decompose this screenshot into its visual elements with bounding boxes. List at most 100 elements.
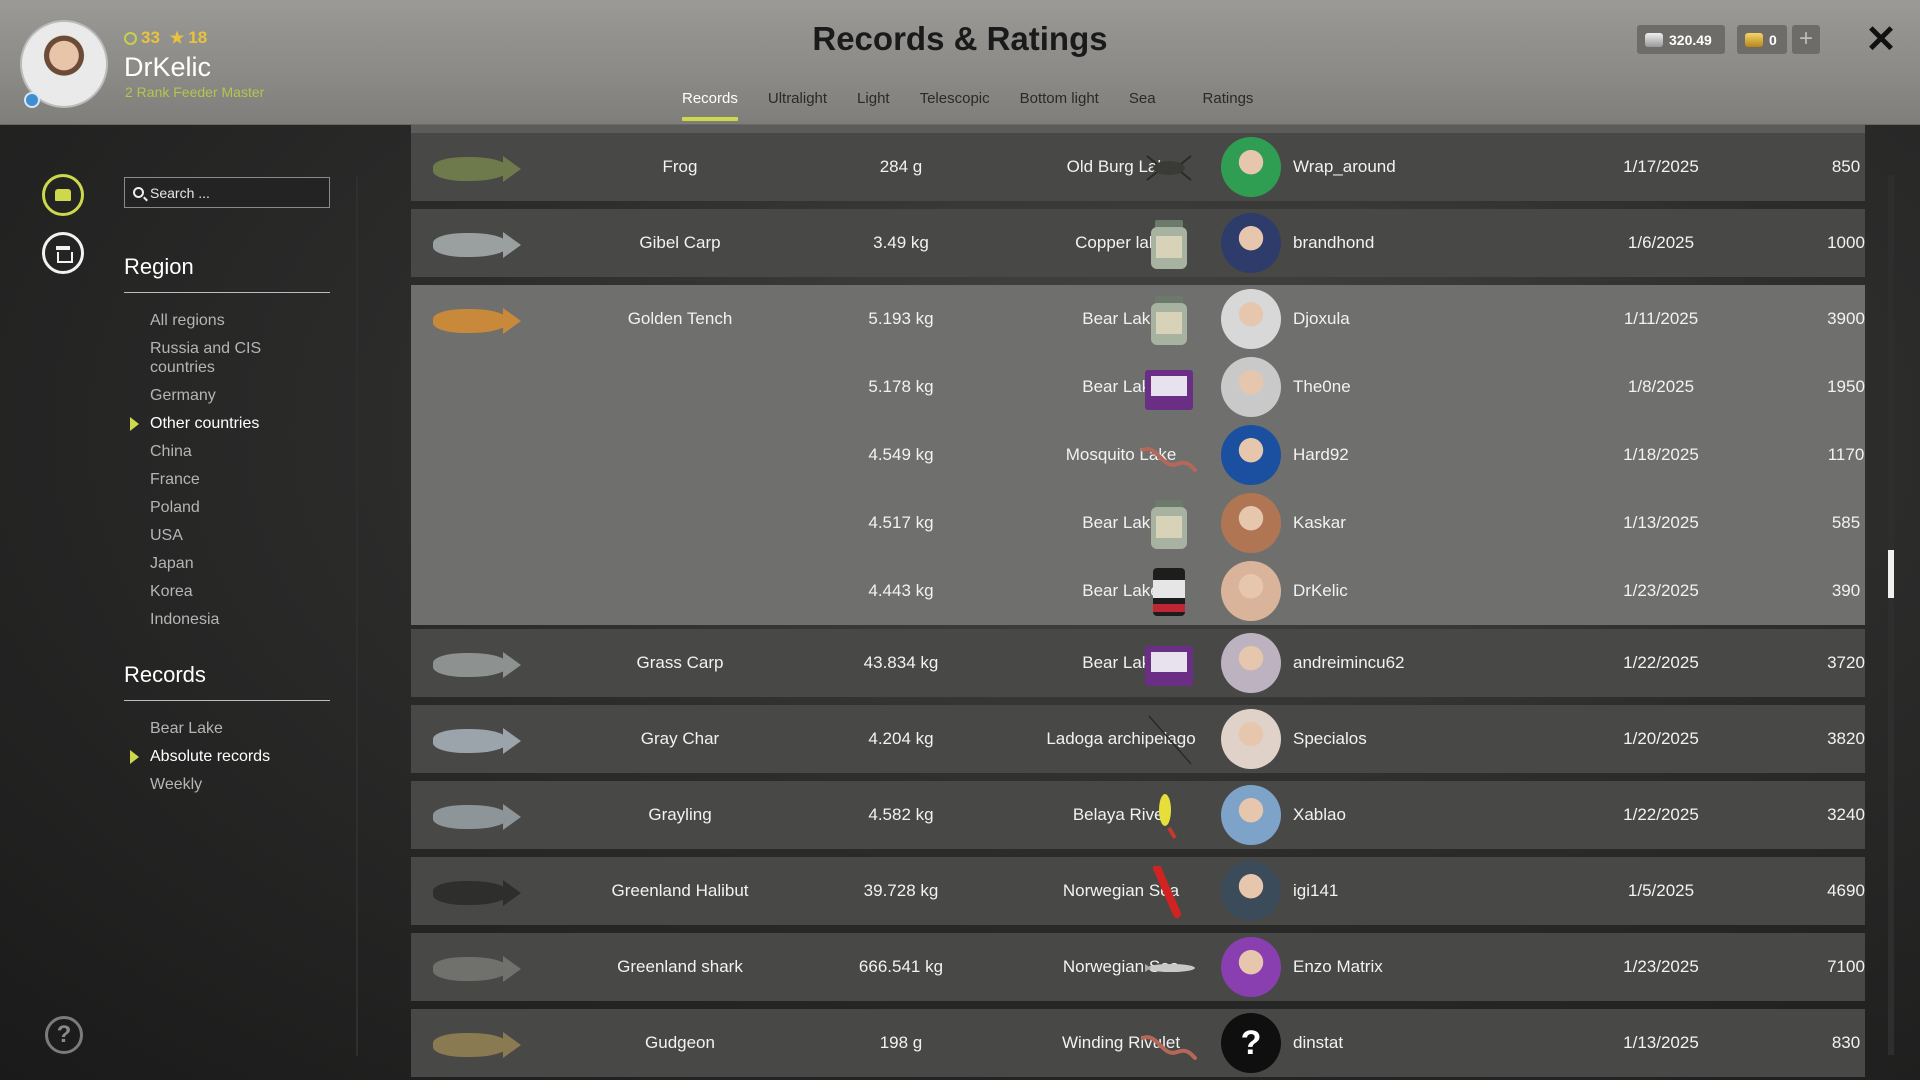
angler-name[interactable]: Hard92 — [1293, 421, 1533, 489]
angler-avatar[interactable] — [1221, 493, 1281, 553]
region-item-japan[interactable]: Japan — [124, 554, 330, 573]
region-item-all-regions[interactable]: All regions — [124, 311, 330, 330]
record-entry: 4.517 kg Bear Lake Kaskar 1/13/2025 585 — [411, 489, 1865, 557]
gold-coin-icon — [1745, 32, 1763, 47]
angler-name[interactable]: dinstat — [1293, 1009, 1533, 1077]
search-input[interactable] — [150, 184, 320, 201]
tab-light[interactable]: Light — [842, 90, 905, 122]
record-row-gibel-carp[interactable]: Gibel Carp 3.49 kg Copper lake brandhond 1/6… — [411, 209, 1865, 277]
region-item-poland[interactable]: Poland — [124, 498, 330, 517]
angler-name[interactable]: Enzo Matrix — [1293, 933, 1533, 1001]
record-entry: 4.204 kg Ladoga archipelago Specialos 1/20/… — [411, 705, 1865, 773]
angler-avatar[interactable] — [1221, 937, 1281, 997]
record-row-frog[interactable]: Frog 284 g Old Burg Lake Wrap_around 1/17/20… — [411, 133, 1865, 201]
angler-name[interactable]: brandhond — [1293, 209, 1533, 277]
record-entry: 284 g Old Burg Lake Wrap_around 1/17/2025 85… — [411, 133, 1865, 201]
angler-name[interactable]: Wrap_around — [1293, 133, 1533, 201]
angler-name[interactable]: Kaskar — [1293, 489, 1533, 557]
header-bar: 33 ★ 18 DrKelic 2 Rank Feeder Master Rec… — [0, 0, 1920, 125]
record-row-gray-char[interactable]: Gray Char 4.204 kg Ladoga archipelago Speci… — [411, 705, 1865, 773]
bait-icon — [1141, 1018, 1197, 1070]
scrollbar-thumb[interactable] — [1888, 550, 1894, 598]
record-points: 3900 — [1827, 309, 1865, 328]
search-icon — [133, 187, 144, 198]
archive-icon[interactable] — [42, 232, 84, 274]
record-entry: 666.541 kg Norwegian Sea Enzo Matrix 1/23/2… — [411, 933, 1865, 1001]
tab-sea[interactable]: Sea — [1114, 90, 1188, 122]
angler-avatar[interactable] — [1221, 709, 1281, 769]
angler-avatar[interactable] — [1221, 137, 1281, 197]
angler-avatar[interactable] — [1221, 561, 1281, 621]
tab-telescopic[interactable]: Telescopic — [905, 90, 1005, 122]
gold-amount: 0 — [1769, 31, 1777, 48]
angler-avatar[interactable] — [1221, 785, 1281, 845]
record-entry: 39.728 kg Norwegian Sea igi141 1/5/2025 4690 — [411, 857, 1865, 925]
record-entry: 43.834 kg Bear Lake andreimincu62 1/22/2025… — [411, 629, 1865, 697]
region-item-korea[interactable]: Korea — [124, 582, 330, 601]
community-icon[interactable] — [42, 174, 84, 216]
bait-icon — [1141, 790, 1197, 842]
region-item-russia-and-cis-countries[interactable]: Russia and CIS countries — [124, 339, 330, 377]
region-item-germany[interactable]: Germany — [124, 386, 330, 405]
records-item-weekly[interactable]: Weekly — [124, 775, 330, 794]
tab-ultralight[interactable]: Ultralight — [753, 90, 842, 122]
angler-name[interactable]: DrKelic — [1293, 557, 1533, 625]
tab-ratings[interactable]: Ratings — [1188, 90, 1269, 122]
angler-avatar[interactable]: ? — [1221, 1013, 1281, 1073]
region-item-usa[interactable]: USA — [124, 526, 330, 545]
record-entry: 4.582 kg Belaya River Xablao 1/22/2025 3240 — [411, 781, 1865, 849]
region-heading: Region — [124, 254, 330, 293]
record-row-greenland-halibut[interactable]: Greenland Halibut 39.728 kg Norwegian Sea i… — [411, 857, 1865, 925]
record-points: 830 — [1831, 1033, 1861, 1052]
scrollbar-track[interactable] — [1888, 175, 1894, 1055]
region-item-other-countries[interactable]: Other countries — [124, 414, 330, 433]
record-points: 390 — [1831, 581, 1861, 600]
records-filter-list: Bear Lake Absolute records Weekly — [124, 719, 330, 803]
record-row-grass-carp[interactable]: Grass Carp 43.834 kg Bear Lake andreimincu6… — [411, 629, 1865, 697]
record-points: 1950 — [1827, 377, 1865, 396]
angler-avatar[interactable] — [1221, 357, 1281, 417]
silver-coin-icon — [1645, 32, 1663, 47]
silver-amount: 320.49 — [1669, 31, 1712, 48]
record-row-gudgeon[interactable]: Gudgeon 198 g Winding Rivulet? dinstat 1/13/… — [411, 1009, 1865, 1077]
angler-avatar[interactable] — [1221, 213, 1281, 273]
online-status-icon — [24, 92, 40, 108]
region-item-china[interactable]: China — [124, 442, 330, 461]
search-field[interactable] — [124, 177, 330, 208]
record-row-grayling[interactable]: Grayling 4.582 kg Belaya River Xablao 1/22/2… — [411, 781, 1865, 849]
region-item-france[interactable]: France — [124, 470, 330, 489]
help-icon[interactable]: ? — [45, 1016, 83, 1054]
angler-avatar[interactable] — [1221, 425, 1281, 485]
record-row-golden-tench[interactable]: Golden Tench 5.193 kg Bear Lake Djoxula 1/11… — [411, 285, 1865, 625]
tab-bottom-light[interactable]: Bottom light — [1005, 90, 1114, 122]
player-rank: 2 Rank Feeder Master — [125, 84, 265, 100]
angler-avatar[interactable] — [1221, 633, 1281, 693]
record-entry: 5.193 kg Bear Lake Djoxula 1/11/2025 3900 — [411, 285, 1865, 353]
record-points: 4690 — [1827, 881, 1865, 900]
records-item-absolute-records[interactable]: Absolute records — [124, 747, 330, 766]
bait-icon — [1141, 714, 1197, 766]
add-currency-button[interactable]: + — [1792, 25, 1820, 54]
silver-balance: 320.49 — [1637, 25, 1725, 54]
sidebar-divider — [356, 176, 358, 1056]
tab-records[interactable]: Records — [667, 90, 753, 122]
angler-name[interactable]: Specialos — [1293, 705, 1533, 773]
bait-icon — [1141, 942, 1197, 994]
angler-name[interactable]: Xablao — [1293, 781, 1533, 849]
record-row-greenland-shark[interactable]: Greenland shark 666.541 kg Norwegian Sea En… — [411, 933, 1865, 1001]
close-button[interactable]: ✕ — [1864, 20, 1898, 60]
angler-avatar[interactable] — [1221, 289, 1281, 349]
record-points: 850 — [1831, 157, 1861, 176]
angler-name[interactable]: The0ne — [1293, 353, 1533, 421]
record-points: 3720 — [1827, 653, 1865, 672]
record-entry: 198 g Winding Rivulet? dinstat 1/13/2025 830 — [411, 1009, 1865, 1077]
angler-name[interactable]: andreimincu62 — [1293, 629, 1533, 697]
angler-avatar[interactable] — [1221, 861, 1281, 921]
angler-name[interactable]: Djoxula — [1293, 285, 1533, 353]
region-item-indonesia[interactable]: Indonesia — [124, 610, 330, 629]
record-points: 1000 — [1827, 233, 1865, 252]
record-points: 3820 — [1827, 729, 1865, 748]
bait-icon — [1141, 294, 1197, 346]
angler-name[interactable]: igi141 — [1293, 857, 1533, 925]
records-item-bear-lake[interactable]: Bear Lake — [124, 719, 330, 738]
